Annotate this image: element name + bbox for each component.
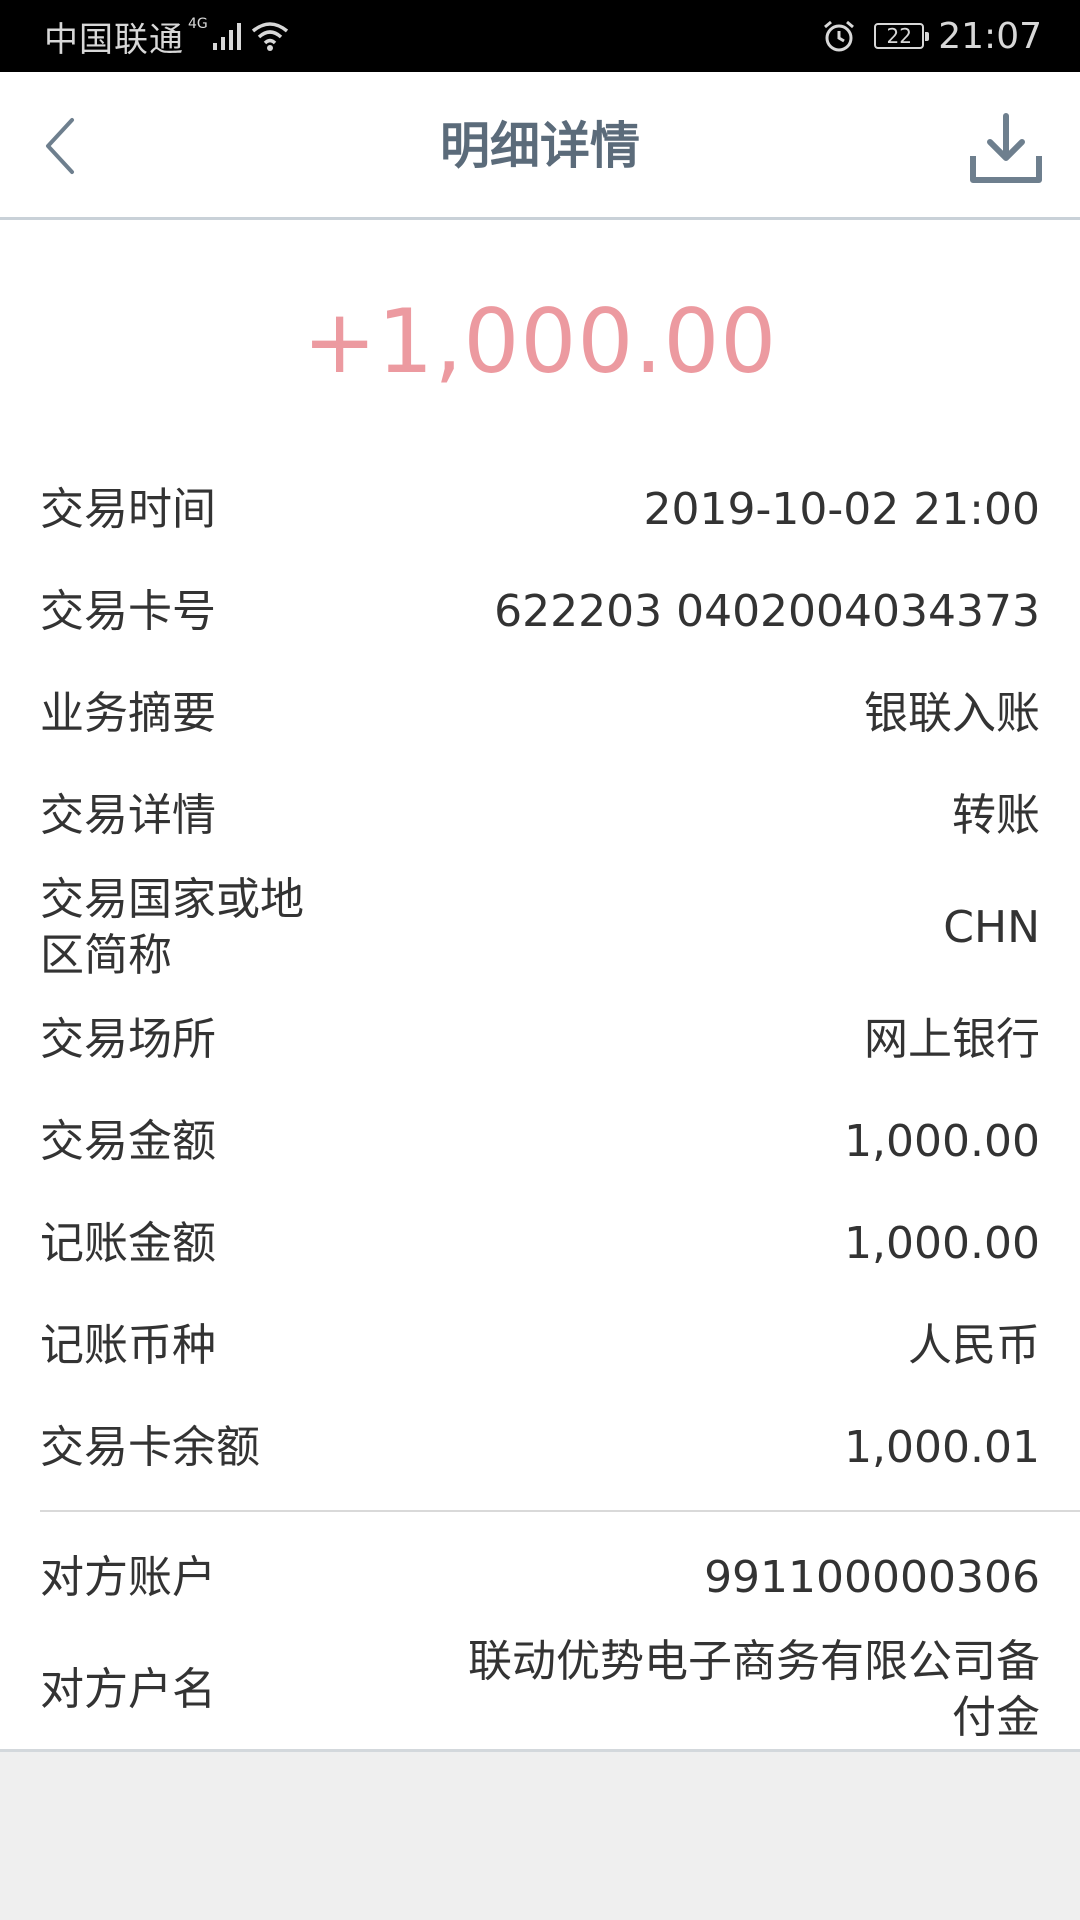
- detail-label: 交易卡余额: [40, 1422, 260, 1473]
- detail-value-line: 付金: [952, 1692, 1040, 1743]
- download-button[interactable]: [968, 110, 1044, 186]
- detail-row-details: 交易详情 转账: [40, 788, 1040, 844]
- detail-label-line: 区简称: [40, 930, 172, 981]
- detail-row-card-number: 交易卡号 622203 0402004034373: [40, 584, 1040, 640]
- signal-icon: [212, 21, 246, 51]
- detail-label: 交易卡号: [40, 586, 216, 637]
- detail-label: 记账金额: [40, 1218, 216, 1269]
- detail-label: 交易场所: [40, 1014, 216, 1065]
- detail-value-line: 联动优势电子商务有限公司备: [468, 1636, 1040, 1687]
- detail-value: 991100000306: [704, 1552, 1040, 1603]
- detail-value: 2019-10-02 21:00: [643, 484, 1041, 535]
- detail-value: 1,000.01: [844, 1422, 1040, 1473]
- detail-row-posted-amount: 记账金额 1,000.00: [40, 1216, 1040, 1272]
- wifi-icon: [250, 20, 290, 52]
- download-icon: [970, 113, 1042, 183]
- detail-label-line: 交易国家或地: [40, 874, 304, 925]
- status-right: 22 21:07: [822, 0, 1042, 72]
- detail-label: 对方账户: [40, 1552, 216, 1603]
- status-time: 21:07: [938, 15, 1042, 57]
- detail-row-country: 交易国家或地 区简称 CHN: [40, 872, 1040, 984]
- detail-row-summary: 业务摘要 银联入账: [40, 686, 1040, 742]
- detail-value: 1,000.00: [844, 1116, 1040, 1167]
- detail-row-transaction-amount: 交易金额 1,000.00: [40, 1114, 1040, 1170]
- detail-value: 联动优势电子商务有限公司备 付金: [400, 1634, 1040, 1746]
- detail-label: 交易金额: [40, 1116, 216, 1167]
- detail-row-counterparty-account: 对方账户 991100000306: [40, 1550, 1040, 1606]
- section-divider: [40, 1510, 1080, 1512]
- status-bar: 中国联通 4G 22 21:07: [0, 0, 1080, 72]
- detail-value: 网上银行: [864, 1014, 1040, 1065]
- battery-icon: 22: [874, 23, 930, 49]
- detail-row-card-balance: 交易卡余额 1,000.01: [40, 1420, 1040, 1476]
- detail-row-counterparty-name: 对方户名 联动优势电子商务有限公司备 付金: [40, 1634, 1040, 1746]
- detail-label: 交易详情: [40, 790, 216, 841]
- transaction-amount: +1,000.00: [302, 290, 778, 393]
- battery-level: 22: [886, 24, 912, 48]
- carrier-name: 中国联通: [44, 19, 184, 60]
- network-type: 4G: [188, 16, 208, 32]
- detail-value: 银联入账: [864, 688, 1040, 739]
- detail-row-time: 交易时间 2019-10-02 21:00: [40, 482, 1040, 538]
- detail-value: 人民币: [908, 1320, 1040, 1371]
- detail-row-currency: 记账币种 人民币: [40, 1318, 1040, 1374]
- detail-value: CHN: [943, 902, 1040, 953]
- detail-label: 对方户名: [40, 1664, 216, 1715]
- detail-label: 交易时间: [40, 484, 216, 535]
- detail-value: 622203 0402004034373: [494, 586, 1040, 637]
- detail-value: 转账: [952, 790, 1040, 841]
- detail-content: +1,000.00 交易时间 2019-10-02 21:00 交易卡号 622…: [0, 220, 1080, 1752]
- detail-row-location: 交易场所 网上银行: [40, 1012, 1040, 1068]
- detail-label: 交易国家或地 区简称: [40, 872, 340, 984]
- status-left: 中国联通 4G: [44, 0, 290, 72]
- detail-value: 1,000.00: [844, 1218, 1040, 1269]
- detail-label: 记账币种: [40, 1320, 216, 1371]
- header: 明细详情: [0, 72, 1080, 220]
- detail-label: 业务摘要: [40, 688, 216, 739]
- page-title: 明细详情: [440, 117, 640, 175]
- alarm-icon: [822, 19, 856, 53]
